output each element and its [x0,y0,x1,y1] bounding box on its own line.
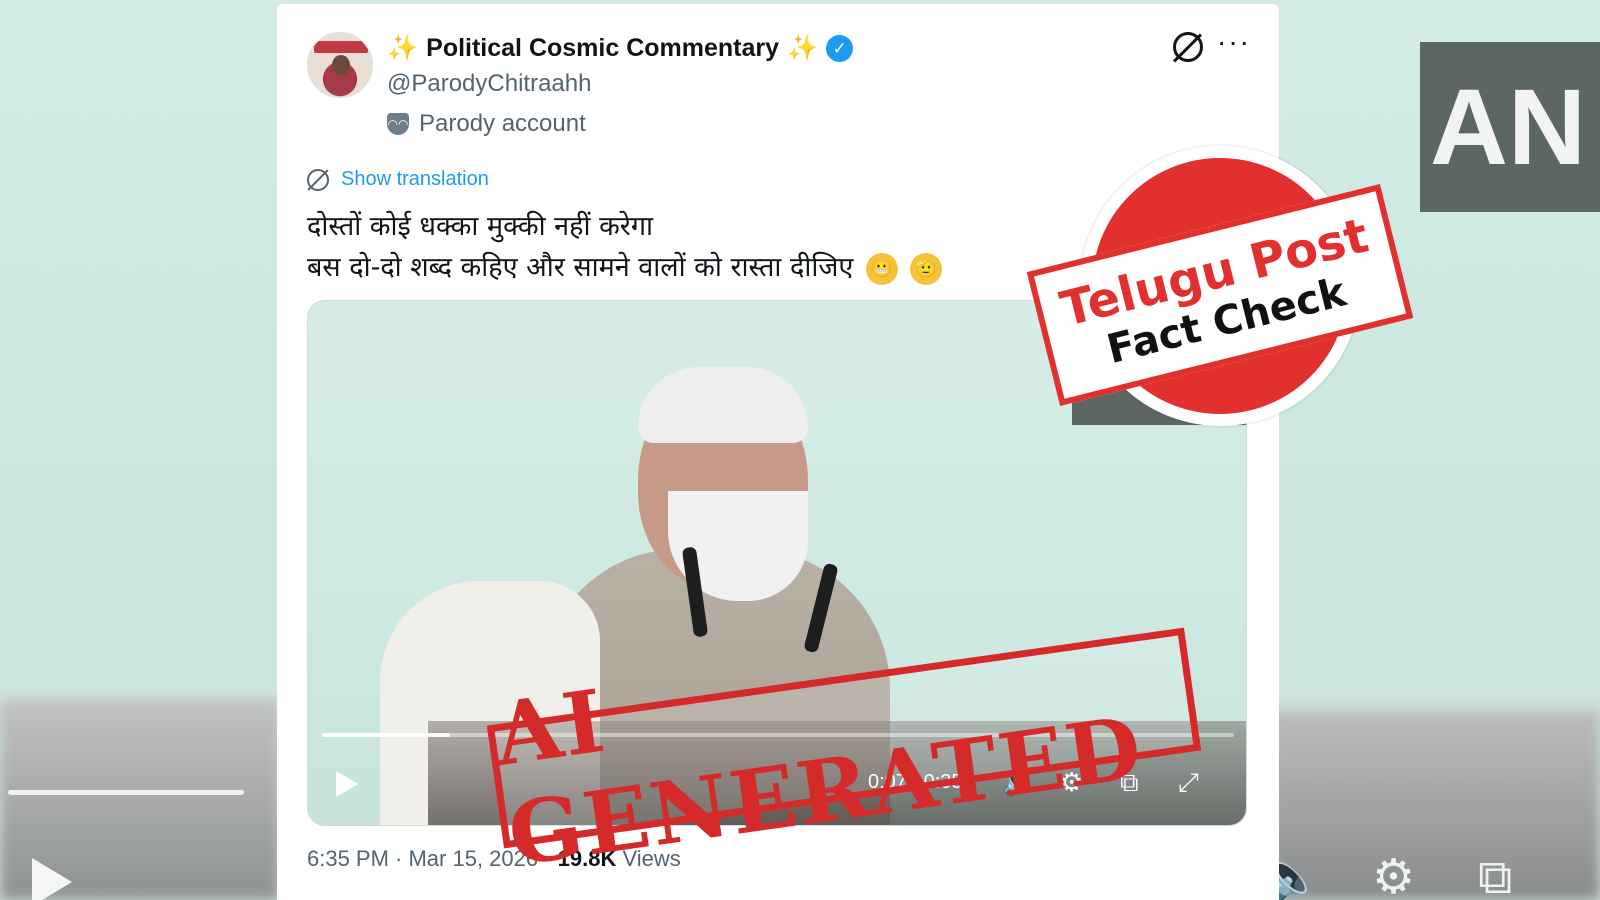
background-progress-bar [8,790,244,795]
sparkles-emoji-icon: ✨ [787,34,819,62]
play-icon[interactable] [336,771,358,797]
translate-icon [307,168,329,191]
parody-mask-icon: ◠◠ [387,113,409,135]
tweet-text-line-2-container: बस दो-दो शब्द कहिए और सामने वालों को रास… [307,247,943,285]
grimacing-face-emoji-icon: 😬 [865,252,898,285]
display-name-text: Political Cosmic Commentary [426,34,780,62]
background-watermark: AN [1420,42,1600,212]
tweet-text-line-1: दोस्तों कोई धक्का मुक्की नहीं करेगा [307,211,654,242]
more-options-icon[interactable]: ··· [1217,26,1251,58]
saluting-face-emoji-icon: 🫡 [910,252,943,285]
background-play-icon [32,858,72,900]
background-settings-gear-icon: ⚙ [1372,851,1416,900]
tweet-text-line-2: बस दो-दो शब्द कहिए और सामने वालों को रास… [307,252,854,283]
show-translation-link[interactable]: Show translation [307,168,489,191]
grok-icon[interactable] [1173,32,1203,62]
display-name[interactable]: ✨ Political Cosmic Commentary ✨ ✓ [387,34,854,63]
speaker-hair [638,367,808,443]
show-translation-text: Show translation [341,168,489,190]
parody-account-text: Parody account [419,110,586,137]
background-picture-in-picture-icon: ⧉ [1478,851,1513,900]
user-handle[interactable]: @ParodyChitraahh [387,70,591,98]
parody-account-label: ◠◠ Parody account [387,110,586,138]
avatar[interactable] [307,32,373,98]
video-progress-fill [322,733,450,737]
sparkles-emoji-icon: ✨ [387,34,419,62]
verified-badge-icon: ✓ [826,35,854,62]
